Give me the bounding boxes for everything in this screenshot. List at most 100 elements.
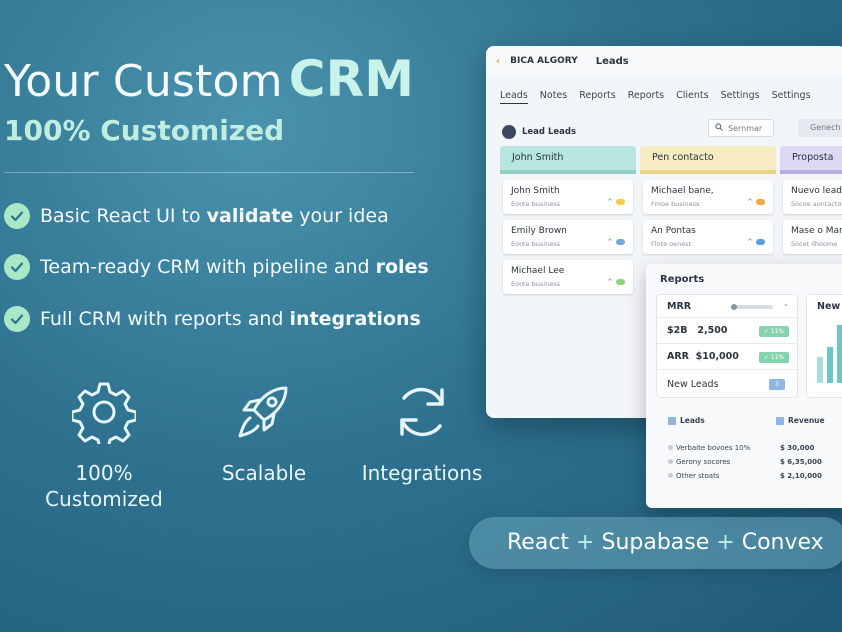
progress-bar — [731, 304, 773, 310]
avatar — [502, 125, 516, 139]
app-header: ‹ BICA ALGORY Leads — [486, 46, 842, 76]
hero-title-prefix: Your Custom — [4, 56, 283, 107]
metric-value: $10,000 — [695, 351, 739, 362]
app-tabs: Leads Notes Reports Reports Clients Sett… — [486, 76, 842, 104]
icon-feature-integrations: Integrations — [342, 380, 502, 486]
icon-label-line1: 100% — [75, 461, 133, 485]
feature-item: Basic React UI to validate your idea — [4, 203, 389, 229]
table-header-leads: Leads — [680, 416, 705, 425]
stack-plus: + — [576, 530, 595, 555]
lead-card-sub: Socoe aontacto — [791, 200, 842, 208]
feature-item: Full CRM with reports and integrations — [4, 306, 421, 332]
table-cell-name: Other stoats — [676, 472, 720, 480]
hero-stage: Your Custom CRM 100% Customized Basic Rea… — [0, 0, 842, 632]
chevron-up-icon: ^ — [747, 198, 765, 206]
tab-settings-2[interactable]: Settings — [772, 90, 811, 104]
metric-label: ARR — [667, 351, 689, 362]
stack-convex: Convex — [741, 530, 824, 555]
stack-react: React — [507, 530, 570, 555]
app-section-title: Leads — [595, 55, 629, 67]
lead-card-name: An Pontas — [651, 226, 696, 236]
icon-label-line1: Integrations — [361, 461, 483, 485]
metric-value: 2,500 — [697, 325, 728, 336]
chart-bar — [837, 325, 842, 383]
tab-leads[interactable]: Leads — [500, 90, 528, 104]
status-badge: ✓ 11% — [759, 326, 789, 337]
icon-feature-customized: 100% Customized — [24, 380, 184, 512]
lead-card-name: Michael bane, — [651, 186, 714, 196]
lead-card[interactable]: Mase o Mari Socet ilhoome — [783, 220, 842, 254]
rocket-icon — [184, 380, 344, 444]
app-toolbar: Lead Leads — [486, 104, 842, 144]
lead-card-sub: Socet ilhoome — [791, 240, 838, 248]
app-brand: BICA ALGORY — [510, 56, 578, 66]
chevron-up-icon: ^ — [747, 238, 765, 246]
icon-label-line2: Customized — [45, 487, 163, 511]
search-input[interactable]: Sernmar — [708, 119, 774, 137]
chevron-left-icon[interactable]: ‹ — [496, 56, 500, 67]
new-chart-card: New — [806, 294, 842, 398]
chevron-up-icon: ^ — [607, 238, 625, 246]
hero-title: Your Custom CRM — [4, 50, 414, 108]
new-leads-label: New Leads — [667, 379, 719, 390]
row-bullet — [668, 473, 673, 478]
lead-card[interactable]: Michael bane, Fmoe business ^ — [643, 180, 773, 214]
table-cell-name: Verbaite bovoes 10% — [676, 444, 751, 452]
feature-text: Basic React UI to validate your idea — [40, 205, 389, 227]
icon-label-line1: Scalable — [221, 461, 307, 485]
icon-feature-scalable: Scalable — [184, 380, 344, 486]
lead-card[interactable]: Emily Brown Eoote business ^ — [503, 220, 633, 254]
status-badge: ✓ 11% — [759, 352, 789, 363]
hero-subtitle: 100% Customized — [4, 114, 285, 147]
tab-clients[interactable]: Clients — [676, 90, 708, 104]
search-placeholder: Sernmar — [728, 123, 763, 133]
feature-text: Full CRM with reports and integrations — [40, 308, 421, 330]
chevron-up-icon: ^ — [607, 278, 625, 286]
feature-item: Team-ready CRM with pipeline and roles — [4, 254, 429, 280]
feature-text: Team-ready CRM with pipeline and roles — [40, 256, 429, 278]
generate-button[interactable]: Genech — [798, 119, 842, 137]
table-cell-value: $ 6,35,000 — [780, 458, 822, 466]
table-cell-name: Gerony socores — [676, 458, 731, 466]
reports-title: Reports — [660, 274, 705, 285]
gear-icon — [24, 380, 184, 444]
lead-card[interactable]: John Smith Eoote business ^ — [503, 180, 633, 214]
lead-card-name: Michael Lee — [511, 266, 565, 276]
lead-card-name: Emily Brown — [511, 226, 567, 236]
lead-card-name: Mase o Mari — [791, 226, 842, 236]
search-icon — [715, 123, 723, 133]
row-bullet — [668, 445, 673, 450]
stack-supabase: Supabase — [601, 530, 710, 555]
sync-icon — [342, 380, 502, 444]
chevron-up-icon: ^ — [607, 198, 625, 206]
toolbar-label: Lead Leads — [522, 127, 577, 137]
pipeline-column-header: Pen contacto — [640, 146, 776, 174]
metric-label: $2B — [667, 325, 688, 336]
tab-notes[interactable]: Notes — [540, 90, 567, 104]
pipeline-column-header: Proposta — [780, 146, 842, 174]
mrr-label: MRR — [667, 301, 692, 312]
pipeline-column-header: John Smith — [500, 146, 636, 174]
check-icon — [4, 306, 30, 332]
chevron-down-icon[interactable]: ⌄ — [783, 300, 789, 308]
lead-card[interactable]: Michael Lee Eoote business ^ — [503, 260, 633, 294]
chart-bar — [817, 357, 823, 383]
tab-settings[interactable]: Settings — [721, 90, 760, 104]
stack-plus: + — [716, 530, 735, 555]
tab-reports-2[interactable]: Reports — [628, 90, 664, 104]
hero-divider — [4, 172, 414, 173]
metrics-card: MRR ⌄ $2B 2,500 ✓ 11% ARR $10,000 ✓ 11% … — [656, 294, 798, 398]
hero-title-highlight: CRM — [288, 50, 415, 108]
lead-card-name: Nuevo lead — [791, 186, 842, 196]
check-icon — [4, 203, 30, 229]
lead-card[interactable]: An Pontas Flote oenest ^ — [643, 220, 773, 254]
lead-card-name: John Smith — [511, 186, 560, 196]
tab-reports[interactable]: Reports — [579, 90, 615, 104]
lead-card[interactable]: Nuevo lead Socoe aontacto — [783, 180, 842, 214]
table-header-revenue: Revenue — [788, 416, 825, 425]
row-bullet — [668, 459, 673, 464]
table-cell-value: $ 2,10,000 — [780, 472, 822, 480]
reports-panel: Reports MRR ⌄ $2B 2,500 ✓ 11% ARR $10,00… — [646, 264, 842, 508]
check-icon — [4, 254, 30, 280]
count-badge: 3 — [769, 379, 785, 390]
